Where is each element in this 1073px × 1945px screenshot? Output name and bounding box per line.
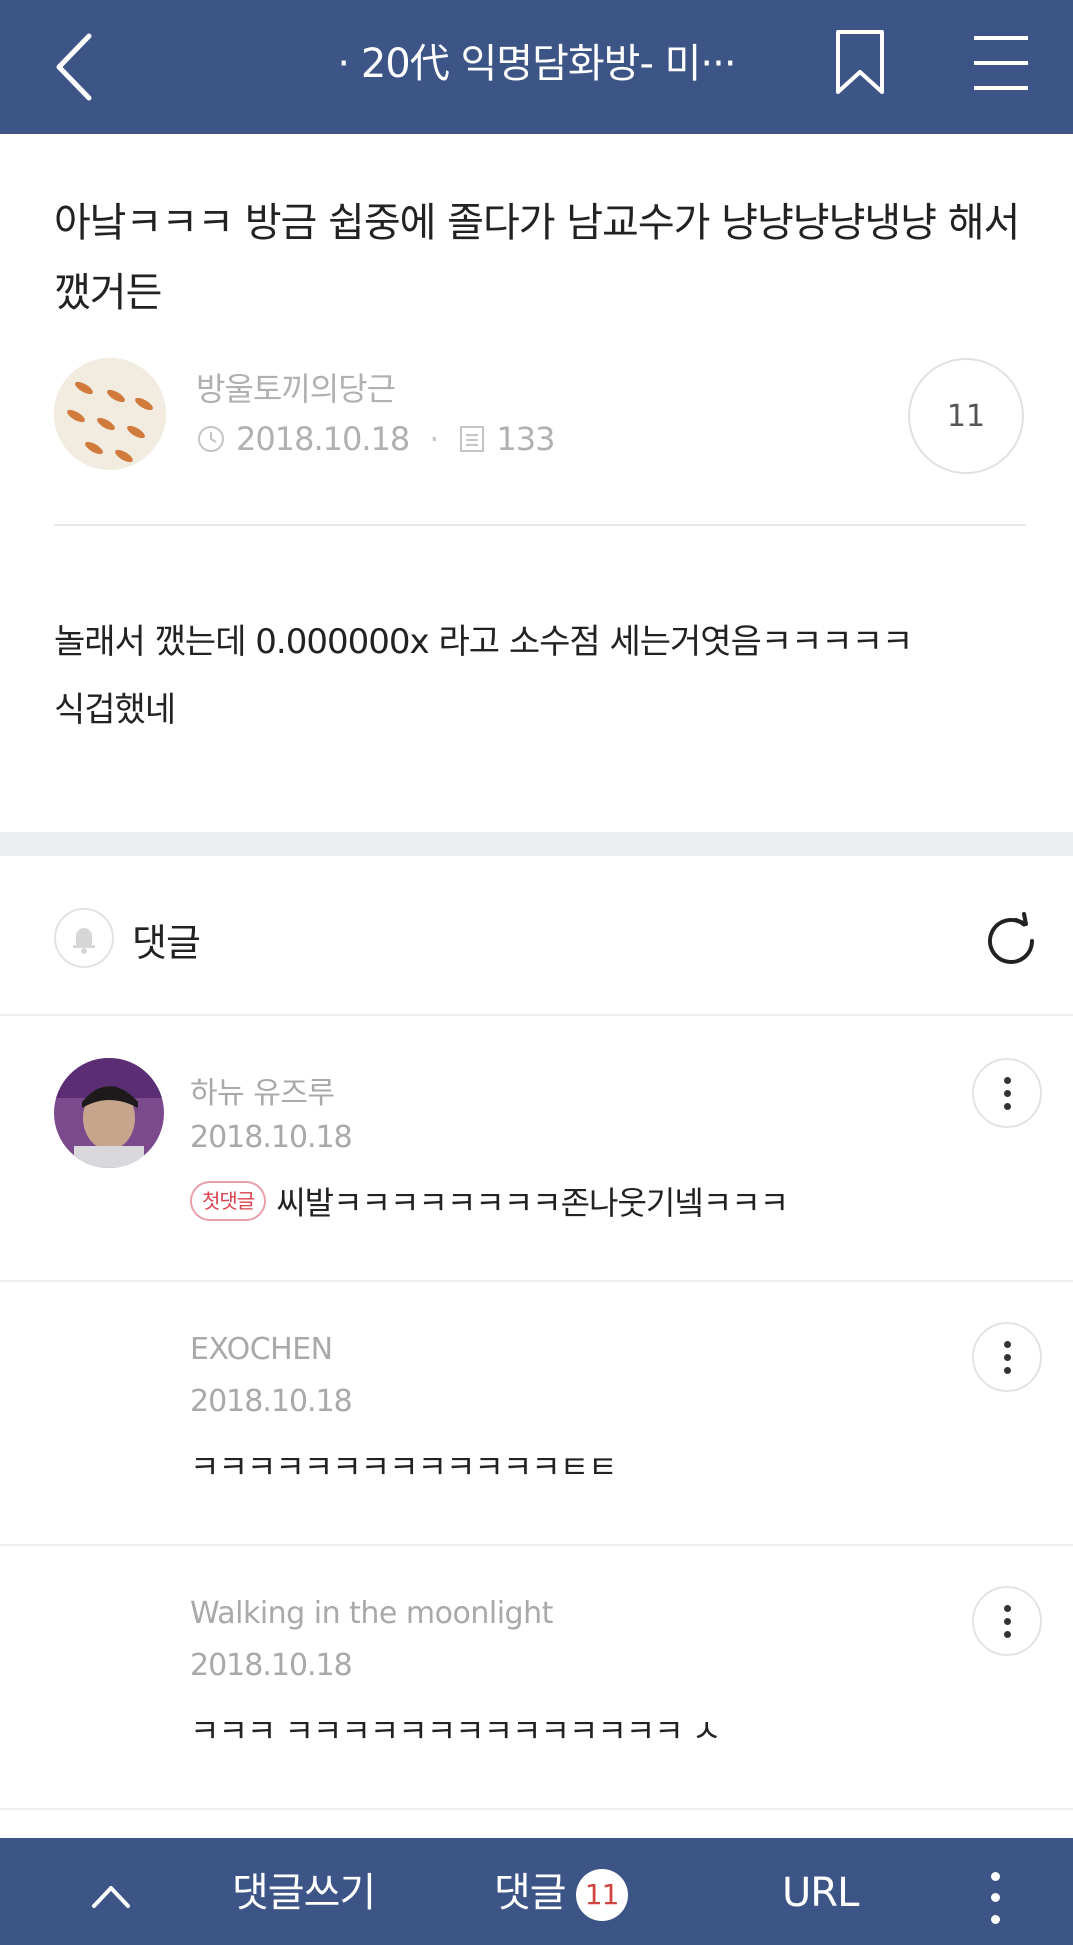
meta-separator: · [429, 420, 439, 458]
post-body-line: 놀래서 깼는데 0.000000x 라고 소수점 세는거엿음ㅋㅋㅋㅋㅋ [54, 622, 913, 662]
commenter-name[interactable]: Walking in the moonlight [190, 1596, 553, 1631]
post-body-line: 식겁했네 [54, 690, 176, 730]
clock-icon [198, 426, 224, 452]
comment-text: 첫댓글 씨발ㅋㅋㅋㅋㅋㅋㅋㅋ존나웃기넼ㅋㅋㅋ [190, 1178, 789, 1224]
author-avatar[interactable] [54, 358, 166, 470]
more-vertical-icon [990, 1872, 1000, 1882]
comments-header: 댓글 [0, 856, 1073, 1016]
board-title[interactable]: · 20代 익명담화방- 미··· [0, 36, 1073, 92]
first-comment-badge: 첫댓글 [190, 1181, 267, 1221]
comment-more-button[interactable] [972, 1322, 1042, 1392]
comment-date: 2018.10.18 [190, 1384, 353, 1419]
comment-more-button[interactable] [972, 1058, 1042, 1128]
url-button[interactable]: URL [782, 1868, 859, 1918]
comment-text: ㅋㅋㅋㅋㅋㅋㅋㅋㅋㅋㅋㅋㅋㅌㅌ [190, 1442, 618, 1488]
notification-button[interactable] [54, 908, 114, 968]
comment-item: 하뉴 유즈루 2018.10.18 첫댓글 씨발ㅋㅋㅋㅋㅋㅋㅋㅋ존나웃기넼ㅋㅋㅋ [0, 1018, 1073, 1282]
document-icon [460, 426, 485, 452]
view-count: 133 [496, 420, 555, 458]
bookmark-icon [836, 30, 884, 94]
comments-tab-button[interactable]: 댓글 11 [494, 1868, 628, 1921]
more-options-button[interactable] [980, 1866, 1010, 1930]
post-meta: 2018.10.18 · 133 [196, 420, 555, 458]
more-vertical-icon [1003, 1340, 1011, 1348]
post-date: 2018.10.18 [236, 420, 410, 458]
comments-title: 댓글 [132, 921, 201, 965]
author-name[interactable]: 방울토끼의당근 [196, 364, 396, 410]
commenter-name[interactable]: 하뉴 유즈루 [190, 1068, 335, 1112]
author-info: 방울토끼의당근 2018.10.18 · 133 11 [54, 358, 1024, 478]
comments-tab-label: 댓글 [494, 1870, 567, 1916]
commenter-name[interactable]: EXOCHEN [190, 1332, 333, 1367]
refresh-icon [988, 912, 1034, 964]
comment-body: ㅋㅋㅋ ㅋㅋㅋㅋㅋㅋㅋㅋㅋㅋㅋㅋㅋㅋ ㅅ [190, 1712, 721, 1750]
bell-icon [73, 928, 95, 954]
carrot-pattern-image [54, 358, 166, 470]
scroll-top-button[interactable] [86, 1870, 136, 1920]
bottom-action-bar: 댓글쓰기 댓글 11 URL [0, 1838, 1073, 1945]
more-vertical-icon [1003, 1604, 1011, 1612]
comment-item: Walking in the moonlight 2018.10.18 ㅋㅋㅋ … [0, 1546, 1073, 1810]
commenter-avatar[interactable] [54, 1322, 164, 1432]
post-title: 아낰ㅋㅋㅋ 방금 쉽중에 졸다가 남교수가 냥냥냥냥냉냥 해서 깼거든 [54, 200, 1020, 316]
comment-text: ㅋㅋㅋ ㅋㅋㅋㅋㅋㅋㅋㅋㅋㅋㅋㅋㅋㅋ ㅅ [190, 1706, 721, 1752]
menu-button[interactable] [968, 28, 1034, 98]
refresh-button[interactable] [976, 906, 1046, 976]
comment-date: 2018.10.18 [190, 1120, 353, 1155]
comment-body: 씨발ㅋㅋㅋㅋㅋㅋㅋㅋ존나웃기넼ㅋㅋㅋ [276, 1184, 789, 1222]
top-nav-bar: · 20代 익명담화방- 미··· [0, 0, 1073, 134]
section-separator [0, 832, 1073, 856]
commenter-avatar[interactable] [54, 1058, 164, 1168]
comment-more-button[interactable] [972, 1586, 1042, 1656]
more-vertical-icon [1003, 1076, 1011, 1084]
comment-date: 2018.10.18 [190, 1648, 353, 1683]
bookmark-button[interactable] [830, 28, 890, 98]
comment-count-badge: 11 [575, 1869, 628, 1921]
comment-item: EXOCHEN 2018.10.18 ㅋㅋㅋㅋㅋㅋㅋㅋㅋㅋㅋㅋㅋㅌㅌ [0, 1282, 1073, 1546]
comment-count-button[interactable]: 11 [908, 358, 1024, 474]
divider [54, 524, 1026, 526]
write-comment-button[interactable]: 댓글쓰기 [232, 1868, 376, 1918]
hamburger-menu-icon [974, 36, 1028, 90]
comment-body: ㅋㅋㅋㅋㅋㅋㅋㅋㅋㅋㅋㅋㅋㅌㅌ [190, 1448, 618, 1486]
commenter-avatar[interactable] [54, 1586, 164, 1696]
profile-photo-image [54, 1058, 164, 1168]
post-body: 놀래서 깼는데 0.000000x 라고 소수점 세는거엿음ㅋㅋㅋㅋㅋ 식겁했네 [54, 608, 1034, 744]
chevron-up-icon [92, 1886, 130, 1908]
